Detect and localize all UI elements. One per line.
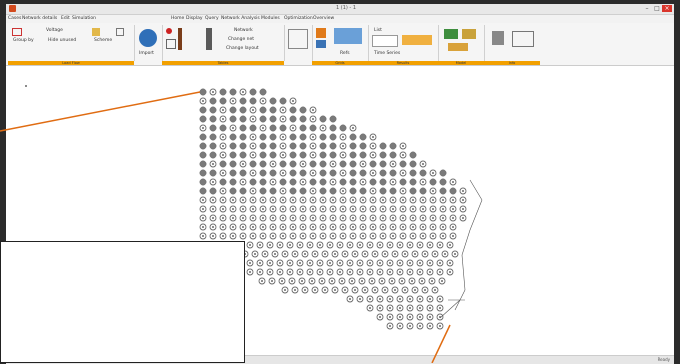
callout-overlay [0, 85, 451, 363]
callout-line-left [0, 91, 201, 132]
callout-line-bottom [431, 324, 451, 363]
canvas-marker [25, 85, 27, 87]
